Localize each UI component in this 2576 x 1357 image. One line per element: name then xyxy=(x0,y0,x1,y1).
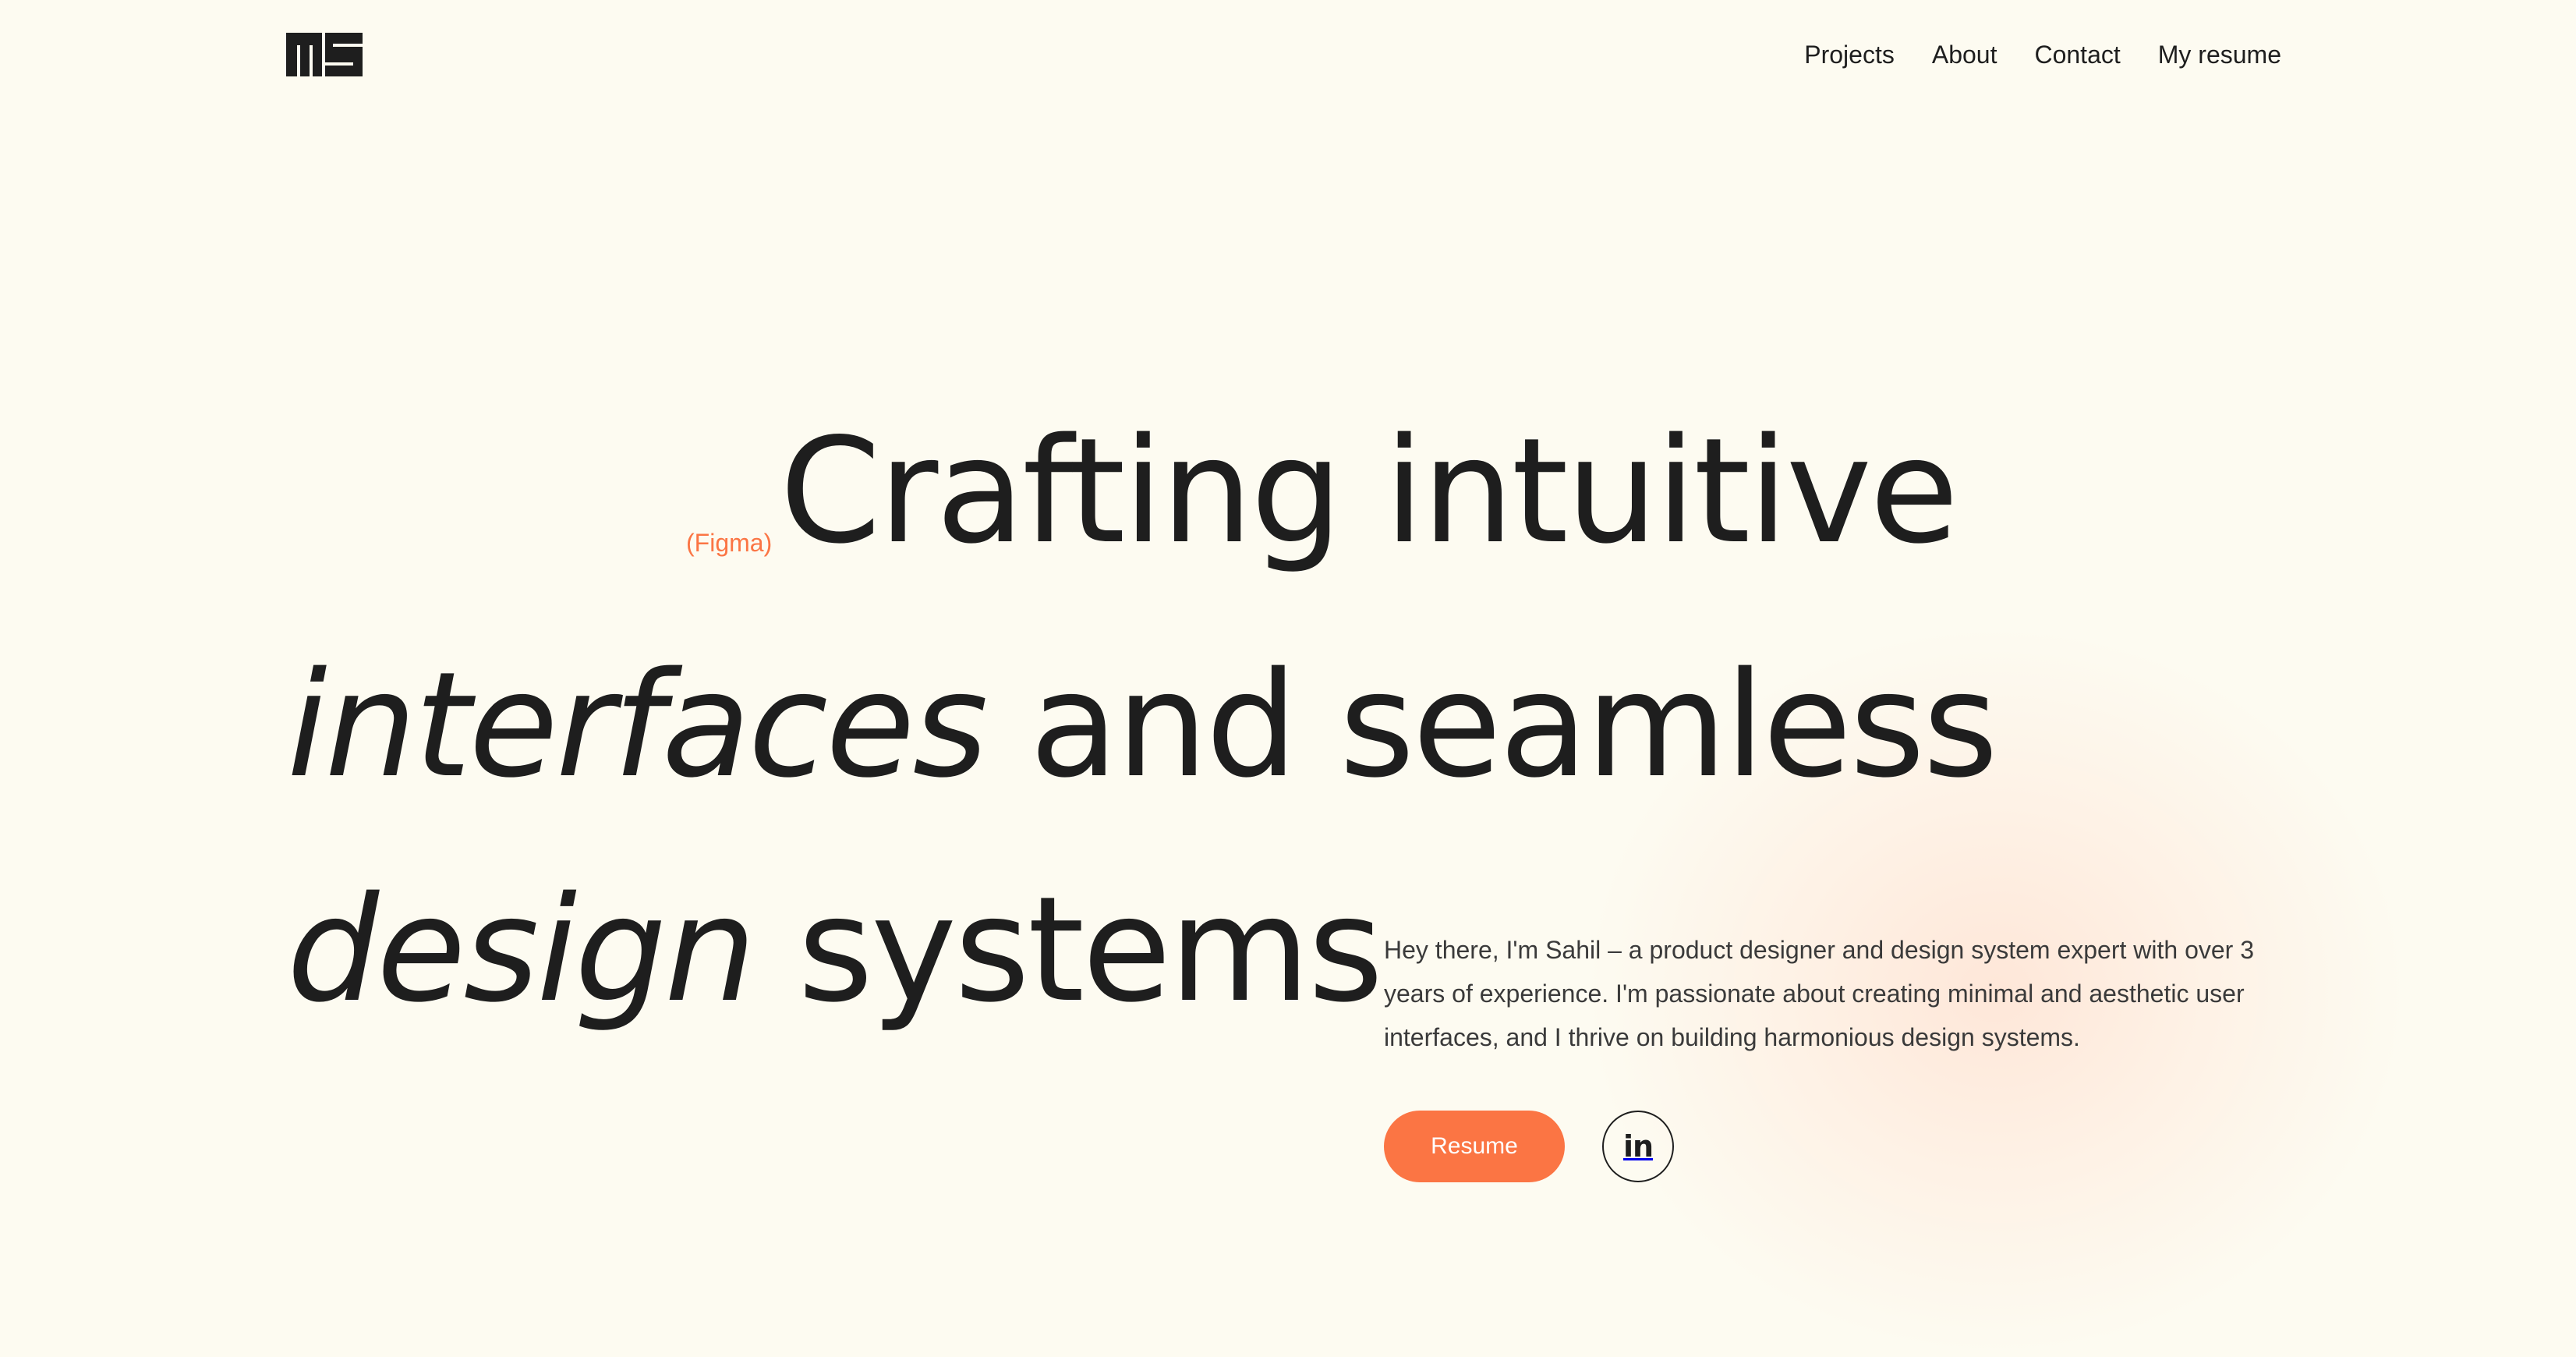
logo[interactable] xyxy=(286,33,363,76)
intro-paragraph: Hey there, I'm Sahil – a product designe… xyxy=(1384,936,2255,1051)
nav-my-resume[interactable]: My resume xyxy=(2158,36,2281,73)
figma-tag: (Figma) xyxy=(686,529,773,557)
main-nav: Projects About Contact My resume xyxy=(1804,36,2281,73)
hero-headline-line-2: interfaces and seamless xyxy=(287,647,1998,803)
linkedin-icon: in xyxy=(1622,1129,1654,1164)
hero-italic-design: design xyxy=(287,865,756,1034)
hero-italic-interfaces: interfaces xyxy=(287,640,988,810)
hero-line-3-rest: systems xyxy=(754,865,1383,1034)
nav-about[interactable]: About xyxy=(1932,36,1997,73)
hero-headline-line-3: design systems xyxy=(287,872,1384,1028)
nav-projects[interactable]: Projects xyxy=(1804,36,1895,73)
nav-contact[interactable]: Contact xyxy=(2034,36,2120,73)
hero-line-2-rest: and seamless xyxy=(985,640,1998,810)
hero-headline-line-1: Crafting intuitive xyxy=(780,406,1959,576)
ms-logo-icon xyxy=(286,33,363,76)
resume-button[interactable]: Resume xyxy=(1384,1111,1565,1182)
linkedin-button[interactable]: in xyxy=(1602,1111,1674,1182)
